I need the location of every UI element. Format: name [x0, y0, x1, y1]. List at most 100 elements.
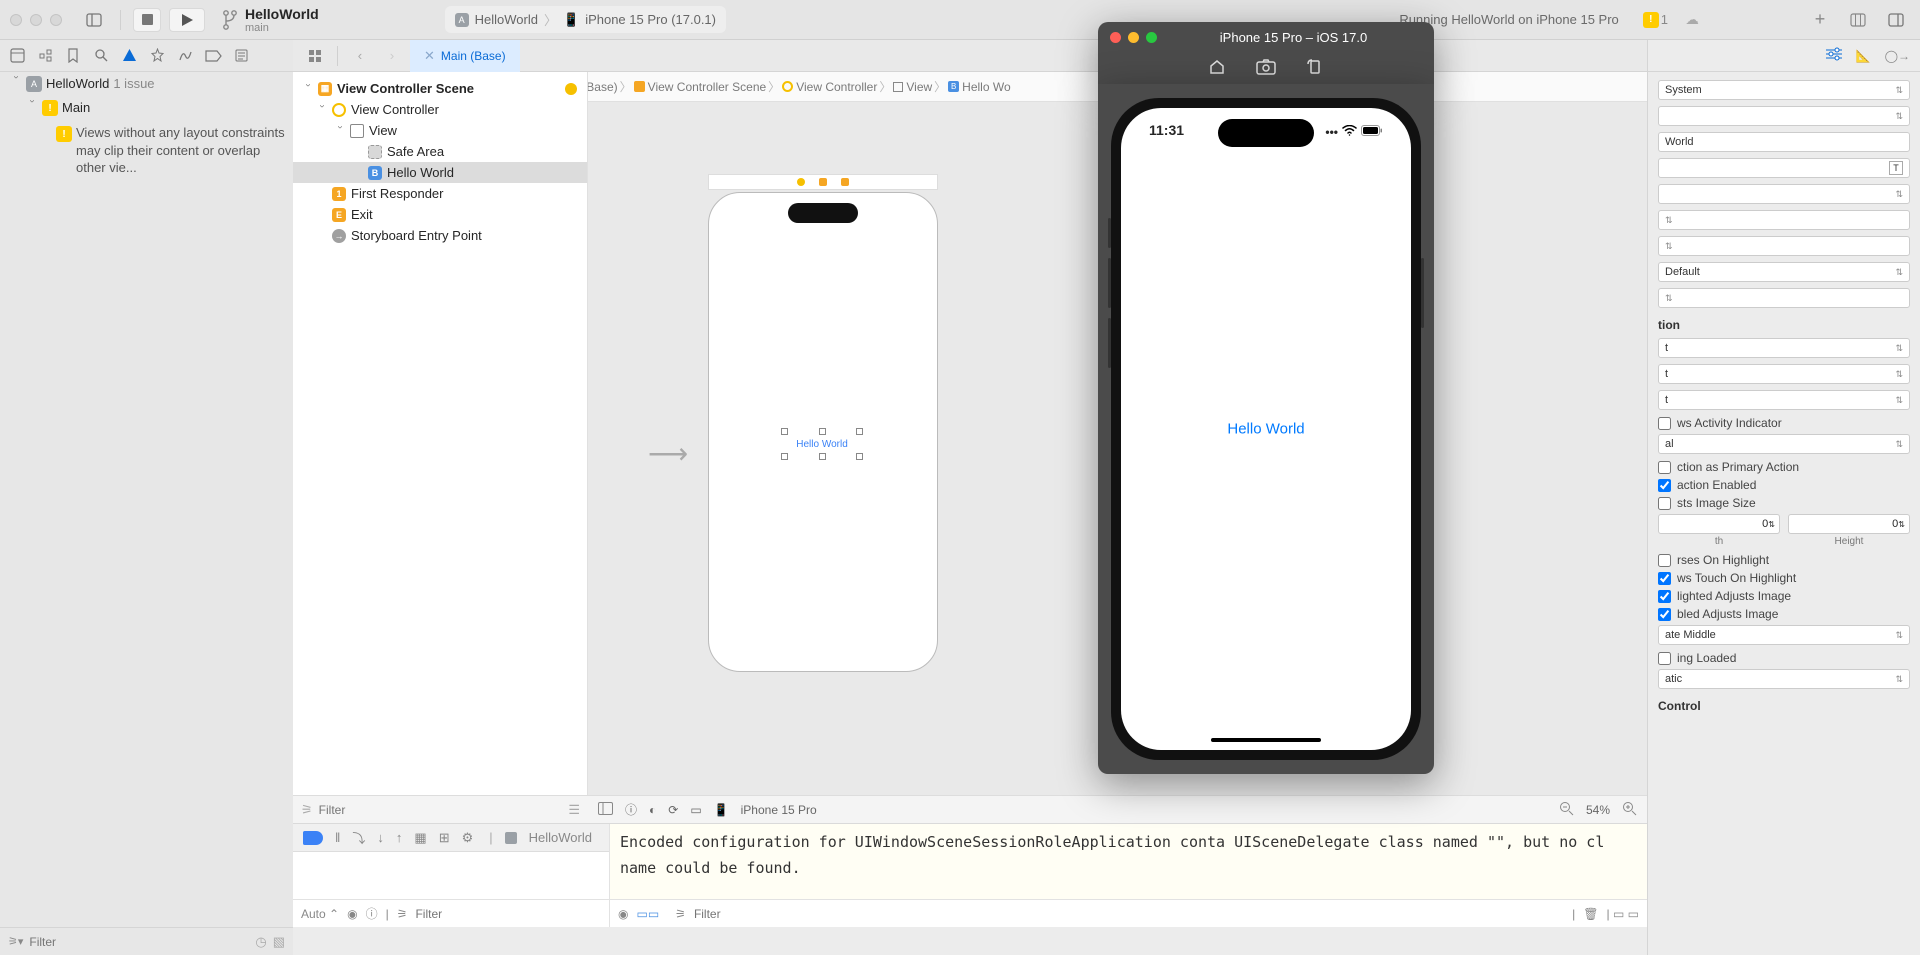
- simulator-titlebar[interactable]: iPhone 15 Pro – iOS 17.0: [1098, 22, 1434, 52]
- view-row[interactable]: › View: [293, 120, 587, 141]
- al-field[interactable]: al⇅: [1658, 434, 1910, 454]
- environment-button[interactable]: ⚙: [462, 830, 474, 846]
- editor-layout-button[interactable]: [1844, 8, 1872, 32]
- minimize-window-button[interactable]: [30, 14, 42, 26]
- reverses-check[interactable]: rses On Highlight: [1658, 553, 1910, 567]
- add-editor-button[interactable]: +: [1806, 8, 1834, 32]
- breakpoint-navigator-icon[interactable]: [204, 47, 222, 65]
- nav-back-button[interactable]: ‹: [346, 44, 374, 68]
- primary-action-check[interactable]: ction as Primary Action: [1658, 460, 1910, 474]
- stop-button[interactable]: [133, 8, 161, 32]
- debug-navigator-icon[interactable]: [176, 47, 194, 65]
- phone-screen[interactable]: 11:31 ••• Hello World: [1121, 108, 1411, 750]
- close-tab-button[interactable]: ✕: [424, 48, 435, 64]
- layout-icon[interactable]: ▭: [690, 803, 701, 817]
- quicklook-button[interactable]: ◉: [347, 907, 357, 921]
- being-loaded-check[interactable]: ing Loaded: [1658, 651, 1910, 665]
- project-row[interactable]: › A HelloWorld 1 issue: [0, 72, 293, 96]
- toggle-navigator-button[interactable]: [80, 8, 108, 32]
- placement-field[interactable]: ⇅: [1658, 288, 1910, 308]
- report-navigator-icon[interactable]: [232, 47, 250, 65]
- config-field-3[interactable]: t⇅: [1658, 390, 1910, 410]
- memory-graph-button[interactable]: ⊞: [439, 830, 450, 846]
- first-responder-row[interactable]: 1 First Responder: [293, 183, 587, 204]
- test-navigator-icon[interactable]: [148, 47, 166, 65]
- console-clear-button[interactable]: ◉: [618, 907, 628, 921]
- toggle-inspector-button[interactable]: [1882, 8, 1910, 32]
- accessibility-icon[interactable]: ⓘ: [625, 801, 637, 818]
- variables-filter-input[interactable]: [415, 907, 601, 921]
- breakpoint-toggle-button[interactable]: [303, 831, 323, 845]
- size-inspector-tab[interactable]: 📐: [1856, 49, 1871, 63]
- console-mode-button[interactable]: ▭▭: [636, 907, 659, 921]
- scm-filter-icon[interactable]: ▧: [273, 934, 285, 950]
- style-selector[interactable]: ⇅: [1658, 106, 1910, 126]
- navigator-filter-input[interactable]: [29, 935, 249, 949]
- view-debug-button[interactable]: ▦: [414, 830, 426, 846]
- sim-minimize-button[interactable]: [1128, 32, 1139, 43]
- issue-row[interactable]: ! Views without any layout constraints m…: [0, 120, 293, 181]
- width-field[interactable]: 0 ⇅: [1658, 514, 1780, 534]
- zoom-out-button[interactable]: [1559, 801, 1574, 819]
- activity-indicator-check[interactable]: ws Activity Indicator: [1658, 416, 1910, 430]
- step-over-button[interactable]: ⤵: [352, 828, 365, 847]
- touch-highlight-check[interactable]: ws Touch On Highlight: [1658, 571, 1910, 585]
- automatic-selector[interactable]: atic⇅: [1658, 669, 1910, 689]
- adjusts-image-check[interactable]: sts Image Size: [1658, 496, 1910, 510]
- pause-button[interactable]: ‖: [335, 830, 340, 845]
- source-control-navigator-icon[interactable]: [36, 47, 54, 65]
- find-navigator-icon[interactable]: [92, 47, 110, 65]
- filter-scope-icon[interactable]: ⚞▾: [8, 935, 23, 948]
- source-control-branch[interactable]: HelloWorld main: [221, 6, 319, 34]
- attributes-inspector-tab[interactable]: [1826, 47, 1842, 64]
- hello-world-button[interactable]: Hello World: [1227, 421, 1304, 438]
- variables-list[interactable]: [293, 852, 609, 899]
- trash-button[interactable]: 🗑: [1583, 907, 1598, 921]
- power-button[interactable]: [1421, 258, 1424, 328]
- selected-button-element[interactable]: Hello World: [785, 432, 859, 456]
- subtitle-field[interactable]: ⇅: [1658, 184, 1910, 204]
- home-indicator[interactable]: [1211, 738, 1321, 742]
- zoom-in-button[interactable]: [1622, 801, 1637, 819]
- orientation-icon[interactable]: ⟳: [668, 803, 678, 817]
- action-enabled-check[interactable]: action Enabled: [1658, 478, 1910, 492]
- font-field[interactable]: T: [1658, 158, 1910, 178]
- project-navigator-icon[interactable]: [8, 47, 26, 65]
- zoom-window-button[interactable]: [50, 14, 62, 26]
- run-button[interactable]: [169, 8, 205, 32]
- height-field[interactable]: 0 ⇅: [1788, 514, 1910, 534]
- cloud-status-button[interactable]: ☁: [1678, 8, 1706, 32]
- safearea-row[interactable]: Safe Area: [293, 141, 587, 162]
- issue-indicator[interactable]: ! 1: [1643, 12, 1668, 28]
- zoom-level[interactable]: 54%: [1586, 803, 1610, 817]
- scene-row[interactable]: › ▦ View Controller Scene: [293, 78, 587, 99]
- highlighted-img-check[interactable]: lighted Adjusts Image: [1658, 589, 1910, 603]
- connections-inspector-tab[interactable]: ◯→: [1885, 49, 1910, 63]
- type-selector[interactable]: System⇅: [1658, 80, 1910, 100]
- bookmark-navigator-icon[interactable]: [64, 47, 82, 65]
- step-out-button[interactable]: ↑: [396, 830, 403, 845]
- document-outline-toggle[interactable]: [598, 802, 613, 818]
- appearance-icon[interactable]: ◐: [649, 803, 656, 817]
- device-icon[interactable]: 📱: [714, 803, 729, 817]
- exit-row[interactable]: E Exit: [293, 204, 587, 225]
- volume-up-button[interactable]: [1108, 218, 1111, 248]
- sim-zoom-button[interactable]: [1146, 32, 1157, 43]
- console-output[interactable]: Encoded configuration for UIWindowSceneS…: [610, 824, 1647, 899]
- info-button[interactable]: ⓘ: [366, 905, 378, 922]
- image-field[interactable]: ⇅: [1658, 236, 1910, 256]
- related-items-button[interactable]: [301, 44, 329, 68]
- title-field[interactable]: World: [1658, 132, 1910, 152]
- viewcontroller-row[interactable]: › View Controller: [293, 99, 587, 120]
- scheme-selector[interactable]: A HelloWorld 〉 📱 iPhone 15 Pro (17.0.1): [445, 6, 726, 33]
- button-row[interactable]: B Hello World: [293, 162, 587, 183]
- console-pane-toggle[interactable]: | ▭ ▭: [1607, 907, 1639, 921]
- scene-header[interactable]: [708, 174, 938, 190]
- console-filter-input[interactable]: [694, 907, 1564, 921]
- volume-down-button[interactable]: [1108, 258, 1111, 308]
- rotate-button[interactable]: [1306, 58, 1324, 79]
- screenshot-button[interactable]: [1256, 59, 1276, 78]
- config-field-2[interactable]: t⇅: [1658, 364, 1910, 384]
- sim-close-button[interactable]: [1110, 32, 1121, 43]
- simulator-window[interactable]: iPhone 15 Pro – iOS 17.0: [1098, 22, 1434, 84]
